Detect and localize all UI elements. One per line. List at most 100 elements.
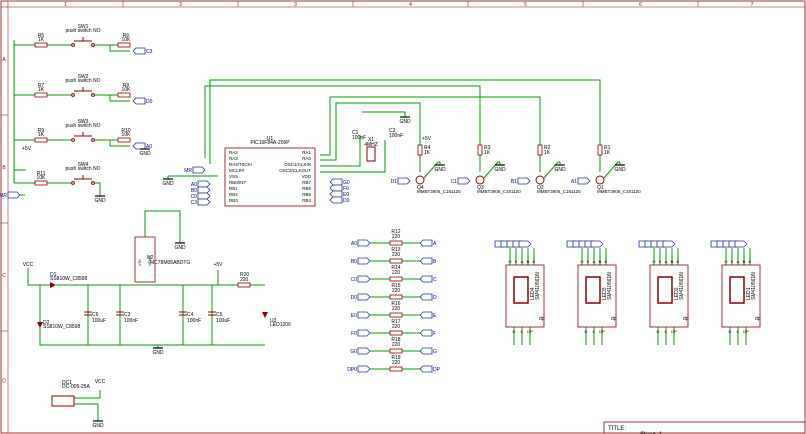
net-label: D1	[391, 179, 398, 185]
row-label: C	[2, 273, 6, 279]
base-resistor	[597, 144, 603, 156]
cap-value: 100nF	[187, 318, 201, 324]
osc-gnd	[362, 111, 406, 116]
switch-contact	[71, 181, 75, 185]
transistor-part: MMBT3906_C181120	[537, 189, 581, 194]
mcu-pin-left: VSS	[229, 174, 238, 179]
net-label: C3	[146, 49, 153, 55]
net-flag	[518, 240, 532, 248]
display-part: SM410561N	[535, 272, 541, 300]
reg-pin: VIN	[137, 259, 142, 266]
array-resistor	[389, 240, 403, 246]
res-value: 220	[392, 306, 401, 312]
res-value: 1K	[38, 87, 45, 93]
net-flag	[357, 257, 371, 265]
net-flag	[132, 97, 146, 105]
seg-pin-label: C	[665, 329, 668, 334]
jack-wire	[74, 403, 99, 418]
mcu-pin-left: RB0/INT	[229, 180, 247, 185]
cap-value: 100nF	[352, 135, 366, 141]
mcu-pin-left: MCLR#	[229, 168, 245, 173]
net-flag	[397, 177, 411, 185]
transistor-part: MMBT3906_C181120	[597, 189, 641, 194]
cap-value: 100uF	[216, 318, 230, 324]
mcu-pin-left: RA3	[229, 156, 238, 161]
net-flag	[329, 196, 343, 204]
res-value: 220	[392, 360, 401, 366]
schematic-canvas: 1234567ABCDTITLE:Sheet_1 R51KSW1push swi…	[0, 0, 806, 434]
net-flag	[419, 347, 433, 355]
net-flag	[132, 142, 146, 150]
seg-pin-label: F	[659, 259, 662, 264]
net-flag	[357, 365, 371, 373]
row-label: D	[2, 379, 6, 385]
col-label: 3	[294, 2, 297, 8]
net-label: D0	[351, 295, 358, 301]
seg-pin-label: C	[737, 329, 740, 334]
net-flag	[7, 191, 21, 199]
net-flag	[419, 257, 433, 265]
net-label: C3	[191, 200, 198, 206]
mcu-pin-right: RB6	[302, 186, 311, 191]
display-part: SM410561N	[751, 272, 757, 300]
net-flag	[419, 275, 433, 283]
cap-value: 100nF	[389, 133, 403, 139]
net-flag	[329, 178, 343, 186]
title-block	[603, 421, 806, 434]
crystal	[366, 146, 376, 162]
switch-series-resistor	[34, 137, 48, 143]
res-value: 220	[392, 342, 401, 348]
net-label: A0	[146, 144, 152, 150]
reg-gnd	[144, 210, 181, 240]
seg-pin-label: G	[508, 259, 511, 264]
net-flag	[734, 240, 748, 248]
switch-contact	[91, 181, 95, 185]
dp-label: dp	[683, 316, 689, 322]
net-label: A	[433, 241, 437, 247]
mcu-pin-right: RA1	[302, 150, 311, 155]
res-value: 220	[240, 277, 249, 283]
display-part: SM410561N	[679, 272, 685, 300]
net-flag	[457, 177, 471, 185]
net-flag	[197, 198, 211, 206]
res-value: 1K	[38, 37, 45, 43]
res-value: 220	[392, 270, 401, 276]
col-label: 2	[179, 2, 182, 8]
switch-desc: push switch NO	[65, 78, 100, 84]
col-label: 1	[64, 2, 67, 8]
seg-pin-label: B	[671, 259, 674, 264]
mcu-pin-right: OSC2/CLKOUT	[279, 168, 311, 173]
sw-wire	[94, 182, 101, 195]
net-label: D0	[146, 99, 153, 105]
mcu-part: PIC16F84A-20I/P	[250, 140, 290, 146]
pulldown-resistor	[117, 92, 131, 98]
switch-desc: push switch NO	[65, 123, 100, 129]
cap-value: 100uF	[92, 318, 106, 324]
reg-pin: VOUT	[147, 254, 152, 266]
display-part: SM410561N	[607, 272, 613, 300]
switch-series-resistor	[34, 180, 48, 186]
net-label: B0	[351, 259, 357, 265]
net-flag	[197, 192, 211, 200]
seg-pin-label: D	[729, 329, 732, 334]
diode-part: SS810W_C8598	[50, 276, 87, 282]
array-resistor	[389, 294, 403, 300]
seg-pin-label: D	[657, 329, 660, 334]
transistor	[415, 175, 425, 185]
net-flag	[357, 293, 371, 301]
seg-pin-label: C	[593, 329, 596, 334]
net-label: E0	[351, 313, 357, 319]
mcu-pin-right: RB4	[302, 198, 311, 203]
switch-series-resistor	[34, 42, 48, 48]
seg-pin-label: E	[605, 259, 608, 264]
seg-pin-label: A	[521, 259, 524, 264]
vcc-label: VCC	[95, 379, 106, 385]
seg-pin-label: F	[731, 259, 734, 264]
transistor	[475, 175, 485, 185]
vcc-in	[27, 268, 50, 286]
seg-pin-label: E	[677, 259, 680, 264]
res-value: 1K	[424, 150, 431, 156]
array-resistor	[389, 366, 403, 372]
cap-value: 100nF	[124, 318, 138, 324]
base-resistor	[417, 144, 423, 156]
